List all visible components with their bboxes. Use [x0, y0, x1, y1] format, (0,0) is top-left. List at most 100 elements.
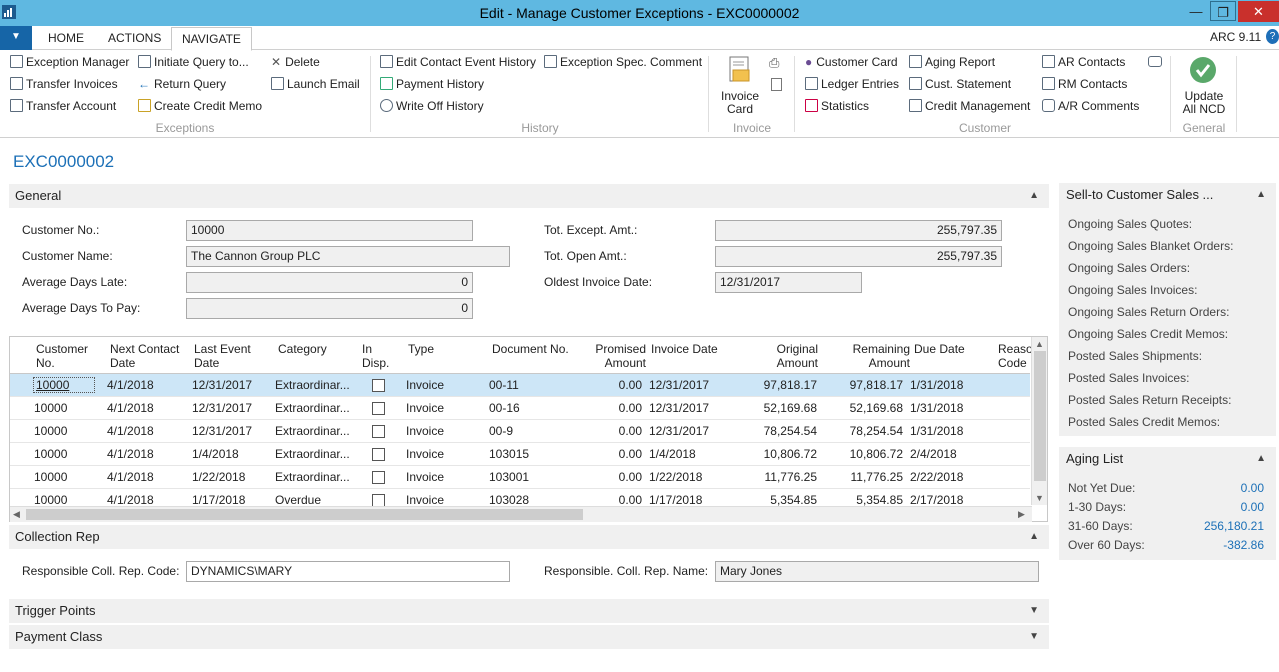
tab-actions[interactable]: ACTIONS [98, 27, 171, 50]
aging-value[interactable]: 0.00 [1241, 479, 1264, 498]
ar-contacts-button[interactable]: AR Contacts [1042, 52, 1125, 72]
grid-cell[interactable]: 12/31/2017 [192, 378, 262, 392]
grid-cell[interactable]: Overdue [275, 493, 355, 507]
factbox-item[interactable]: Posted Sales Return Receipts: [1059, 389, 1276, 411]
scroll-left-icon[interactable]: ◀ [13, 509, 20, 520]
coll-rep-name-field[interactable]: Mary Jones [715, 561, 1039, 582]
column-header[interactable]: Remaining Amount [838, 342, 910, 370]
aging-value[interactable]: 0.00 [1241, 498, 1264, 517]
column-header[interactable]: Customer No. [36, 342, 102, 370]
grid-cell[interactable]: 10000 [34, 470, 94, 484]
column-header[interactable]: Next Contact Date [110, 342, 190, 370]
oldest-invoice-field[interactable]: 12/31/2017 [715, 272, 862, 293]
sales-factbox-title[interactable]: Sell-to Customer Sales ... ▲ [1059, 183, 1276, 207]
tab-navigate[interactable]: NAVIGATE [171, 27, 252, 51]
statistics-button[interactable]: Statistics [805, 96, 869, 116]
collection-rep-header[interactable]: Collection Rep ▲ [9, 525, 1049, 549]
grid-cell[interactable]: 4/1/2018 [107, 447, 177, 461]
close-button[interactable]: ✕ [1238, 1, 1279, 22]
grid-cell[interactable]: 5,354.85 [830, 493, 903, 507]
scroll-thumb[interactable] [1034, 351, 1046, 481]
scroll-thumb[interactable] [26, 509, 583, 520]
transfer-invoices-button[interactable]: Transfer Invoices [10, 74, 118, 94]
customer-no-field[interactable]: 10000 [186, 220, 473, 241]
column-header[interactable]: In Disp. [362, 342, 392, 370]
grid-cell[interactable]: 11,776.25 [830, 470, 904, 484]
payment-history-button[interactable]: Payment History [380, 74, 484, 94]
return-query-button[interactable]: ← Return Query [138, 74, 226, 94]
in-dispute-checkbox[interactable] [372, 471, 385, 484]
grid-cell[interactable]: Invoice [406, 447, 476, 461]
table-row[interactable]: 10000 4/1/2018 1/22/2018 Extraordinar... Inv… [10, 466, 1030, 489]
grid-cell[interactable]: 10000 [33, 377, 95, 393]
grid-cell[interactable]: Invoice [406, 401, 476, 415]
grid-cell[interactable]: 12/31/2017 [649, 424, 729, 438]
ledger-entries-button[interactable]: Ledger Entries [805, 74, 899, 94]
customer-card-button[interactable]: ● Customer Card [805, 52, 898, 72]
in-dispute-checkbox[interactable] [372, 402, 385, 415]
column-header[interactable]: Invoice Date [651, 342, 741, 356]
document-icon[interactable] [771, 78, 782, 91]
grid-cell[interactable]: 78,254.54 [740, 424, 817, 438]
grid-cell[interactable]: 00-11 [489, 378, 559, 392]
grid-cell[interactable]: 12/31/2017 [649, 378, 729, 392]
grid-cell[interactable]: 97,818.17 [830, 378, 903, 392]
grid-cell[interactable]: 11,776.25 [740, 470, 818, 484]
grid-cell[interactable]: 4/1/2018 [107, 470, 177, 484]
aging-factbox-title[interactable]: Aging List ▲ [1059, 447, 1276, 471]
table-row[interactable]: 10000 4/1/2018 1/4/2018 Extraordinar... Invo… [10, 443, 1030, 466]
grid-cell[interactable]: 4/1/2018 [107, 378, 177, 392]
grid-cell[interactable]: 5,354.85 [740, 493, 817, 507]
credit-management-button[interactable]: Credit Management [909, 96, 1030, 116]
grid-cell[interactable]: 52,169.68 [740, 401, 817, 415]
grid-cell[interactable]: 103001 [489, 470, 559, 484]
create-credit-memo-button[interactable]: Create Credit Memo [138, 96, 262, 116]
chevron-up-icon[interactable]: ▲ [1029, 525, 1039, 549]
grid-cell[interactable]: 1/17/2018 [192, 493, 262, 507]
chevron-up-icon[interactable]: ▲ [1256, 183, 1266, 207]
grid-cell[interactable]: 2/17/2018 [910, 493, 980, 507]
factbox-item[interactable]: Ongoing Sales Invoices: [1059, 279, 1276, 301]
scroll-down-icon[interactable]: ▼ [1035, 493, 1044, 503]
factbox-item[interactable]: Ongoing Sales Credit Memos: [1059, 323, 1276, 345]
grid-cell[interactable]: 00-16 [489, 401, 559, 415]
grid-cell[interactable]: 1/4/2018 [192, 447, 262, 461]
grid-cell[interactable]: 97,818.17 [740, 378, 817, 392]
scroll-up-icon[interactable]: ▲ [1035, 339, 1044, 349]
minimize-button[interactable]: — [1182, 1, 1210, 22]
factbox-item[interactable]: Ongoing Sales Blanket Orders: [1059, 235, 1276, 257]
transfer-account-button[interactable]: Transfer Account [10, 96, 116, 116]
grid-cell[interactable]: 4/1/2018 [107, 401, 177, 415]
general-section-header[interactable]: General ▲ [9, 184, 1049, 208]
chevron-down-icon[interactable]: ▼ [1029, 625, 1039, 649]
factbox-item[interactable]: Posted Sales Invoices: [1059, 367, 1276, 389]
grid-cell[interactable]: Invoice [406, 493, 476, 507]
grid-cell[interactable]: 12/31/2017 [192, 424, 262, 438]
grid-cell[interactable]: 1/22/2018 [192, 470, 262, 484]
grid-cell[interactable]: 12/31/2017 [192, 401, 262, 415]
grid-cell[interactable]: 52,169.68 [830, 401, 903, 415]
grid-cell[interactable]: Extraordinar... [275, 447, 355, 461]
column-header[interactable]: Last Event Date [194, 342, 274, 370]
grid-cell[interactable]: 10,806.72 [740, 447, 817, 461]
grid-cell[interactable]: 1/31/2018 [910, 378, 980, 392]
column-header[interactable]: Promised Amount [580, 342, 646, 370]
avg-days-late-field[interactable]: 0 [186, 272, 473, 293]
column-header[interactable]: Type [408, 342, 488, 356]
avg-days-pay-field[interactable]: 0 [186, 298, 473, 319]
column-header[interactable]: Category [278, 342, 358, 356]
customer-name-field[interactable]: The Cannon Group PLC [186, 246, 510, 267]
grid-cell[interactable]: 0.00 [580, 378, 642, 392]
grid-cell[interactable]: 00-9 [489, 424, 559, 438]
tot-open-field[interactable]: 255,797.35 [715, 246, 1002, 267]
aging-value[interactable]: -382.86 [1223, 536, 1264, 555]
factbox-item[interactable]: Posted Sales Shipments: [1059, 345, 1276, 367]
column-header[interactable]: Due Date [914, 342, 994, 356]
grid-cell[interactable]: 10000 [34, 401, 94, 415]
grid-cell[interactable]: 1/4/2018 [649, 447, 729, 461]
factbox-item[interactable]: Ongoing Sales Quotes: [1059, 213, 1276, 235]
scroll-right-icon[interactable]: ▶ [1018, 509, 1025, 520]
chevron-up-icon[interactable]: ▲ [1256, 447, 1266, 471]
grid-cell[interactable]: 10000 [34, 424, 94, 438]
grid-cell[interactable]: 10,806.72 [830, 447, 903, 461]
